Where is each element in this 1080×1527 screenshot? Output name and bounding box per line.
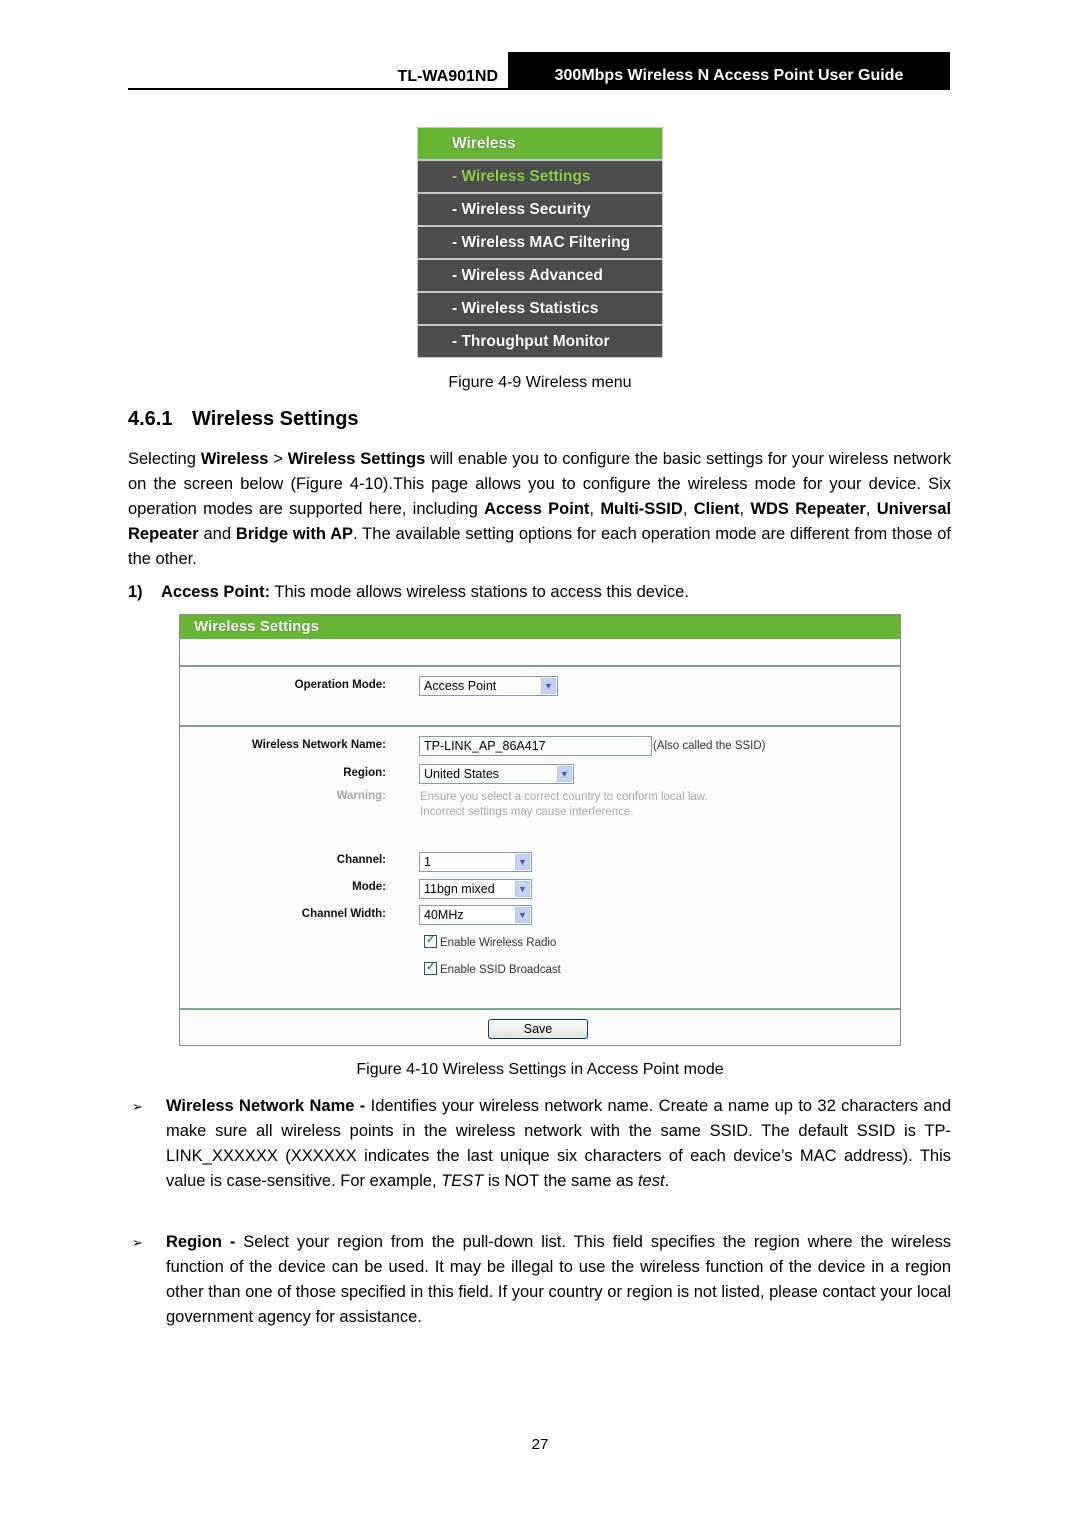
intro-text: and [198,525,236,543]
chevron-down-icon[interactable]: ▼ [541,678,556,694]
section-heading: 4.6.1 Wireless Settings [128,408,359,431]
checkbox-checked-icon[interactable] [424,933,437,948]
warning-line-1: Ensure you select a correct country to c… [420,791,708,803]
channel-value: 1 [424,855,431,869]
enable-ssid-broadcast-label: Enable SSID Broadcast [440,964,561,976]
chevron-down-icon[interactable]: ▼ [515,907,530,923]
intro-text: Selecting [128,450,201,468]
warning-text: Ensure you select a correct country to c… [420,790,708,820]
menu-item-wireless-statistics[interactable]: - Wireless Statistics [418,293,662,324]
region-select[interactable]: United States ▼ [419,764,574,784]
intro-text: , [865,500,877,518]
enable-wireless-radio-checkbox[interactable]: Enable Wireless Radio [424,933,557,950]
region-label: Region: [343,767,386,779]
ssid-label: Wireless Network Name: [251,739,386,751]
intro-paragraph: Selecting Wireless > Wireless Settings w… [128,447,951,572]
header-title-box: 300Mbps Wireless N Access Point User Gui… [508,52,950,90]
panel-title: Wireless Settings [180,615,900,639]
section-number: 4.6.1 [128,408,173,430]
ssid-input[interactable]: TP-LINK_AP_86A417 [419,736,652,756]
bullet-text: Wireless Network Name - Identifies your … [166,1094,951,1194]
figure-caption-4-10: Figure 4-10 Wireless Settings in Access … [356,1061,724,1078]
intro-bold: Wireless [200,450,269,468]
mode-select[interactable]: 11bgn mixed ▼ [419,879,532,899]
bullet-body: is NOT the same as [483,1172,638,1190]
wireless-settings-panel: Wireless Settings Operation Mode: Access… [179,614,901,1046]
mode-value: 11bgn mixed [424,882,495,896]
bullet-bold: Wireless Network Name - [166,1097,371,1115]
channel-select[interactable]: 1 ▼ [419,852,532,872]
ssid-note: (Also called the SSID) [653,740,766,752]
bullet-bold: Region - [166,1233,244,1251]
channel-width-label: Channel Width: [301,908,386,920]
chevron-down-icon[interactable]: ▼ [515,854,530,870]
mode-label: Mode: [352,881,386,893]
wireless-menu: Wireless - Wireless Settings - Wireless … [417,127,663,358]
bullet-wireless-network-name: ➢ Wireless Network Name - Identifies you… [128,1094,951,1194]
bullet-arrow-icon: ➢ [132,1099,143,1114]
header-rule [128,88,950,90]
divider [180,1008,900,1010]
page-number: 27 [531,1436,549,1453]
bullet-body: . [664,1172,670,1190]
intro-text: , [739,500,751,518]
intro-text: , [589,500,601,518]
step-bold: Access Point: [161,583,271,601]
step-text: This mode allows wireless stations to ac… [270,583,689,601]
enable-wireless-radio-label: Enable Wireless Radio [440,937,557,949]
menu-item-wireless-mac-filtering[interactable]: - Wireless MAC Filtering [418,227,662,258]
bullet-italic: TEST [441,1172,484,1190]
menu-item-wireless-settings[interactable]: - Wireless Settings [418,161,662,192]
intro-text: > [268,450,288,468]
menu-item-wireless-security[interactable]: - Wireless Security [418,194,662,225]
enable-ssid-broadcast-checkbox[interactable]: Enable SSID Broadcast [424,960,561,977]
bullet-region: ➢ Region - Select your region from the p… [128,1230,951,1330]
intro-text: , [682,500,694,518]
operation-mode-value: Access Point [424,679,497,693]
divider [180,665,900,667]
intro-bold: Bridge with AP [235,525,354,543]
intro-bold: Access Point [484,500,590,518]
channel-width-select[interactable]: 40MHz ▼ [419,905,532,925]
header-model: TL-WA901ND [397,68,498,85]
page-header: TL-WA901ND 300Mbps Wireless N Access Poi… [128,52,950,90]
intro-bold: Wireless Settings [287,450,426,468]
warning-label: Warning: [336,790,386,802]
chevron-down-icon[interactable]: ▼ [557,766,572,782]
intro-bold: Multi-SSID [600,500,683,518]
channel-label: Channel: [336,854,386,866]
chevron-down-icon[interactable]: ▼ [515,881,530,897]
step-number: 1) [128,583,143,601]
header-guide-title: 300Mbps Wireless N Access Point User Gui… [554,67,904,84]
menu-item-throughput-monitor[interactable]: - Throughput Monitor [418,326,662,357]
bullet-body: Select your region from the pull-down li… [166,1233,951,1326]
save-button[interactable]: Save [488,1019,588,1039]
figure-caption-4-9: Figure 4-9 Wireless menu [448,374,632,391]
section-title: Wireless Settings [192,408,359,430]
divider [180,725,900,727]
warning-line-2: Incorrect settings may cause interferenc… [420,806,634,818]
menu-item-wireless[interactable]: Wireless [418,128,662,159]
intro-bold: Client [693,500,740,518]
checkbox-checked-icon[interactable] [424,960,437,975]
operation-mode-select[interactable]: Access Point ▼ [419,676,558,696]
menu-item-wireless-advanced[interactable]: - Wireless Advanced [418,260,662,291]
bullet-arrow-icon: ➢ [132,1235,143,1250]
bullet-italic: test [637,1172,665,1190]
channel-width-value: 40MHz [424,908,464,922]
region-value: United States [424,767,500,781]
operation-mode-label: Operation Mode: [294,679,386,691]
step-access-point: 1) Access Point: This mode allows wireles… [128,583,689,602]
intro-bold: WDS Repeater [750,500,866,518]
bullet-text: Region - Select your region from the pul… [166,1230,951,1330]
